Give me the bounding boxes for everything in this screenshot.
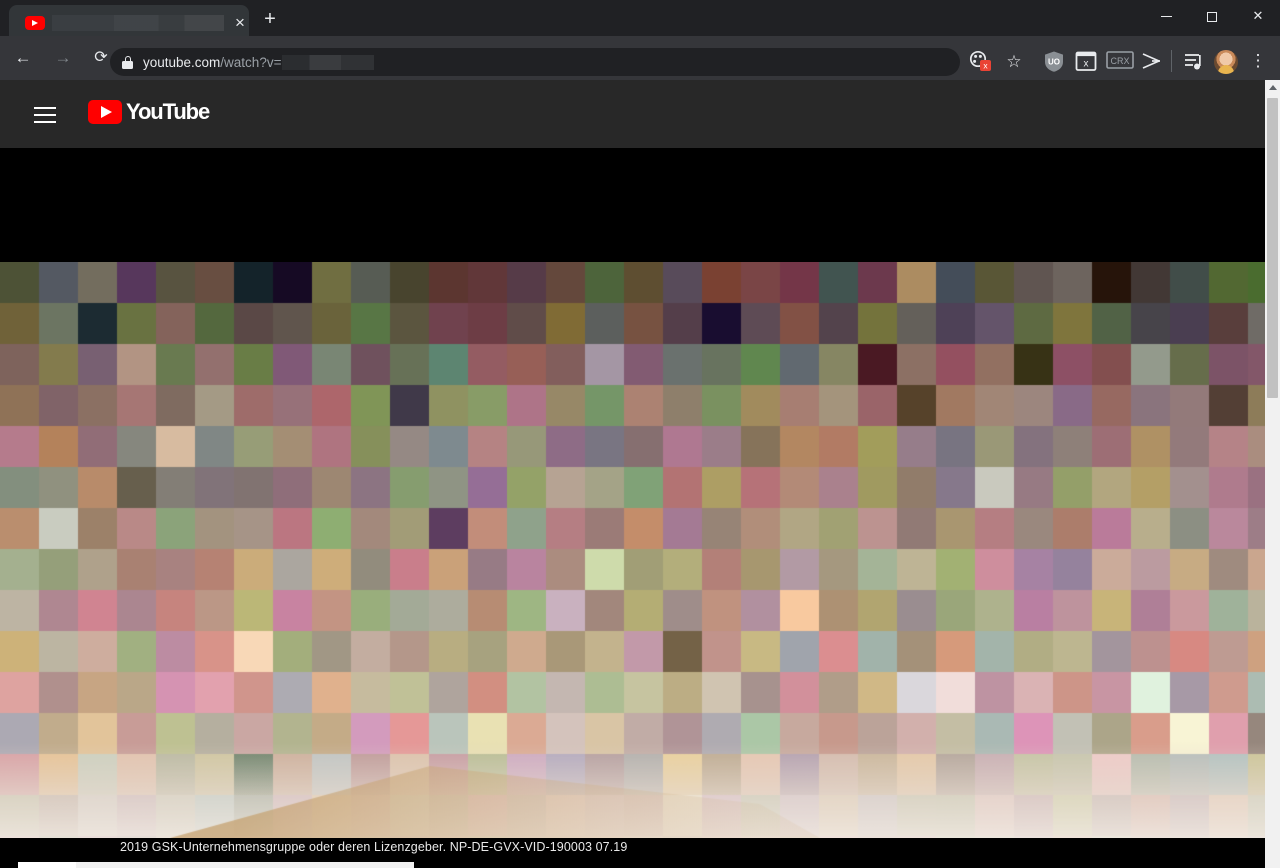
scrollbar-thumb[interactable] xyxy=(1267,98,1278,398)
url-value-redacted xyxy=(282,54,375,70)
forward-button[interactable]: → xyxy=(50,45,76,71)
media-cast-icon[interactable]: x xyxy=(968,50,996,74)
back-button[interactable]: ← xyxy=(10,45,36,71)
youtube-favicon xyxy=(25,16,45,30)
page-viewport: YouTube 2019 GSK-Unternehmensgruppe oder… xyxy=(0,80,1280,868)
playlist-icon[interactable] xyxy=(1182,50,1206,74)
chrome-profile-avatar[interactable] xyxy=(1214,50,1238,74)
svg-text:x: x xyxy=(1084,58,1089,69)
tab-title-redacted xyxy=(52,15,224,31)
video-legal-caption: 2019 GSK-Unternehmensgruppe oder deren L… xyxy=(120,840,628,854)
scroll-up-arrow-icon[interactable] xyxy=(1265,80,1280,95)
bookmark-star-icon[interactable]: ☆ xyxy=(1002,50,1026,74)
browser-window: × + ✕ ← → ⟳ youtube.com/watch?v= x ☆ UO xyxy=(0,0,1280,868)
window-maximize-button[interactable] xyxy=(1189,0,1235,32)
window-close-button[interactable]: ✕ xyxy=(1235,0,1280,32)
url-path: /watch?v= xyxy=(220,54,282,70)
browser-tab-youtube[interactable]: × xyxy=(9,5,249,36)
tab-strip: × + ✕ xyxy=(0,0,1280,36)
video-player[interactable]: 2019 GSK-Unternehmensgruppe oder deren L… xyxy=(0,148,1265,868)
scissors-icon[interactable] xyxy=(1139,50,1163,74)
toolbar-divider xyxy=(1171,50,1172,72)
url-text: youtube.com/watch?v= xyxy=(143,54,375,70)
address-bar[interactable]: youtube.com/watch?v= xyxy=(110,48,960,76)
youtube-logo-text: YouTube xyxy=(126,99,210,124)
advertiser-logo: Meningitis bewegt. xyxy=(18,862,76,868)
chrome-menu-icon[interactable]: ⋮ xyxy=(1249,48,1267,74)
svg-text:UO: UO xyxy=(1048,58,1060,67)
svg-text:CRX: CRX xyxy=(1110,56,1129,66)
adblock-icon[interactable]: x xyxy=(1074,50,1098,74)
ublock-origin-icon[interactable]: UO xyxy=(1042,50,1066,74)
page-scrollbar[interactable] xyxy=(1265,80,1280,868)
video-frame-pixelated xyxy=(0,262,1265,838)
youtube-play-icon xyxy=(88,100,122,124)
lock-icon xyxy=(122,55,133,69)
ad-overlay-banner[interactable]: Meningitis bewegt. Meningitis_bewegt_DE … xyxy=(18,862,414,868)
url-domain: youtube.com xyxy=(143,54,221,70)
youtube-masthead: YouTube xyxy=(0,80,1265,214)
crx-extension-icon[interactable]: CRX xyxy=(1106,50,1134,74)
youtube-logo[interactable]: YouTube xyxy=(88,98,210,126)
tab-close-icon[interactable]: × xyxy=(229,13,251,35)
hamburger-menu-icon[interactable] xyxy=(30,102,60,126)
window-minimize-button[interactable] xyxy=(1143,0,1189,32)
new-tab-button[interactable]: + xyxy=(257,8,283,32)
